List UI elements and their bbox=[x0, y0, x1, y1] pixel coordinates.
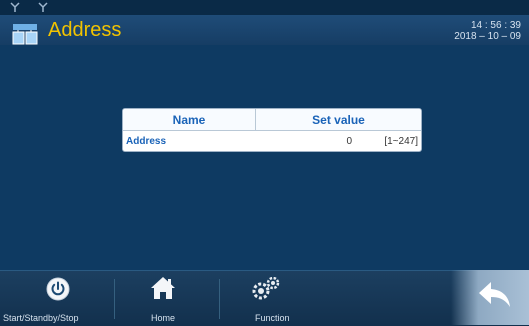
home-icon bbox=[151, 277, 175, 299]
back-arrow-icon bbox=[479, 282, 510, 307]
address-value[interactable]: 0 bbox=[258, 136, 352, 147]
function-label: Function bbox=[255, 313, 290, 323]
date-text: 2018 – 10 – 09 bbox=[454, 31, 521, 42]
gears-icon bbox=[252, 277, 280, 300]
column-header-set-value: Set value bbox=[312, 112, 365, 127]
home-button[interactable]: Home bbox=[115, 271, 219, 326]
bottom-nav: Start/Standby/Stop Home Function bbox=[0, 270, 529, 326]
address-icon bbox=[12, 22, 38, 46]
main-area bbox=[0, 45, 529, 270]
settings-table: Name Set value Address 0 [1~247] bbox=[122, 108, 422, 152]
table-header: Name Set value bbox=[123, 109, 421, 131]
start-standby-stop-label: Start/Standby/Stop bbox=[3, 313, 79, 323]
power-icon bbox=[46, 277, 70, 301]
antenna-icon bbox=[38, 2, 48, 13]
status-bar bbox=[0, 0, 529, 15]
time-text: 14 : 56 : 39 bbox=[470, 20, 521, 31]
function-button[interactable]: Function bbox=[220, 271, 324, 326]
clock: 14 : 56 : 39 2018 – 10 – 09 bbox=[454, 20, 521, 42]
start-standby-stop-button[interactable]: Start/Standby/Stop bbox=[0, 271, 114, 326]
page-title: Address bbox=[48, 19, 122, 41]
back-button[interactable] bbox=[451, 270, 529, 325]
address-label: Address bbox=[126, 135, 167, 147]
table-row[interactable]: Address 0 [1~247] bbox=[123, 131, 421, 151]
antenna-icon bbox=[10, 2, 20, 13]
address-range: [1~247] bbox=[384, 135, 418, 147]
column-header-name: Name bbox=[123, 109, 256, 130]
home-label: Home bbox=[151, 313, 176, 323]
